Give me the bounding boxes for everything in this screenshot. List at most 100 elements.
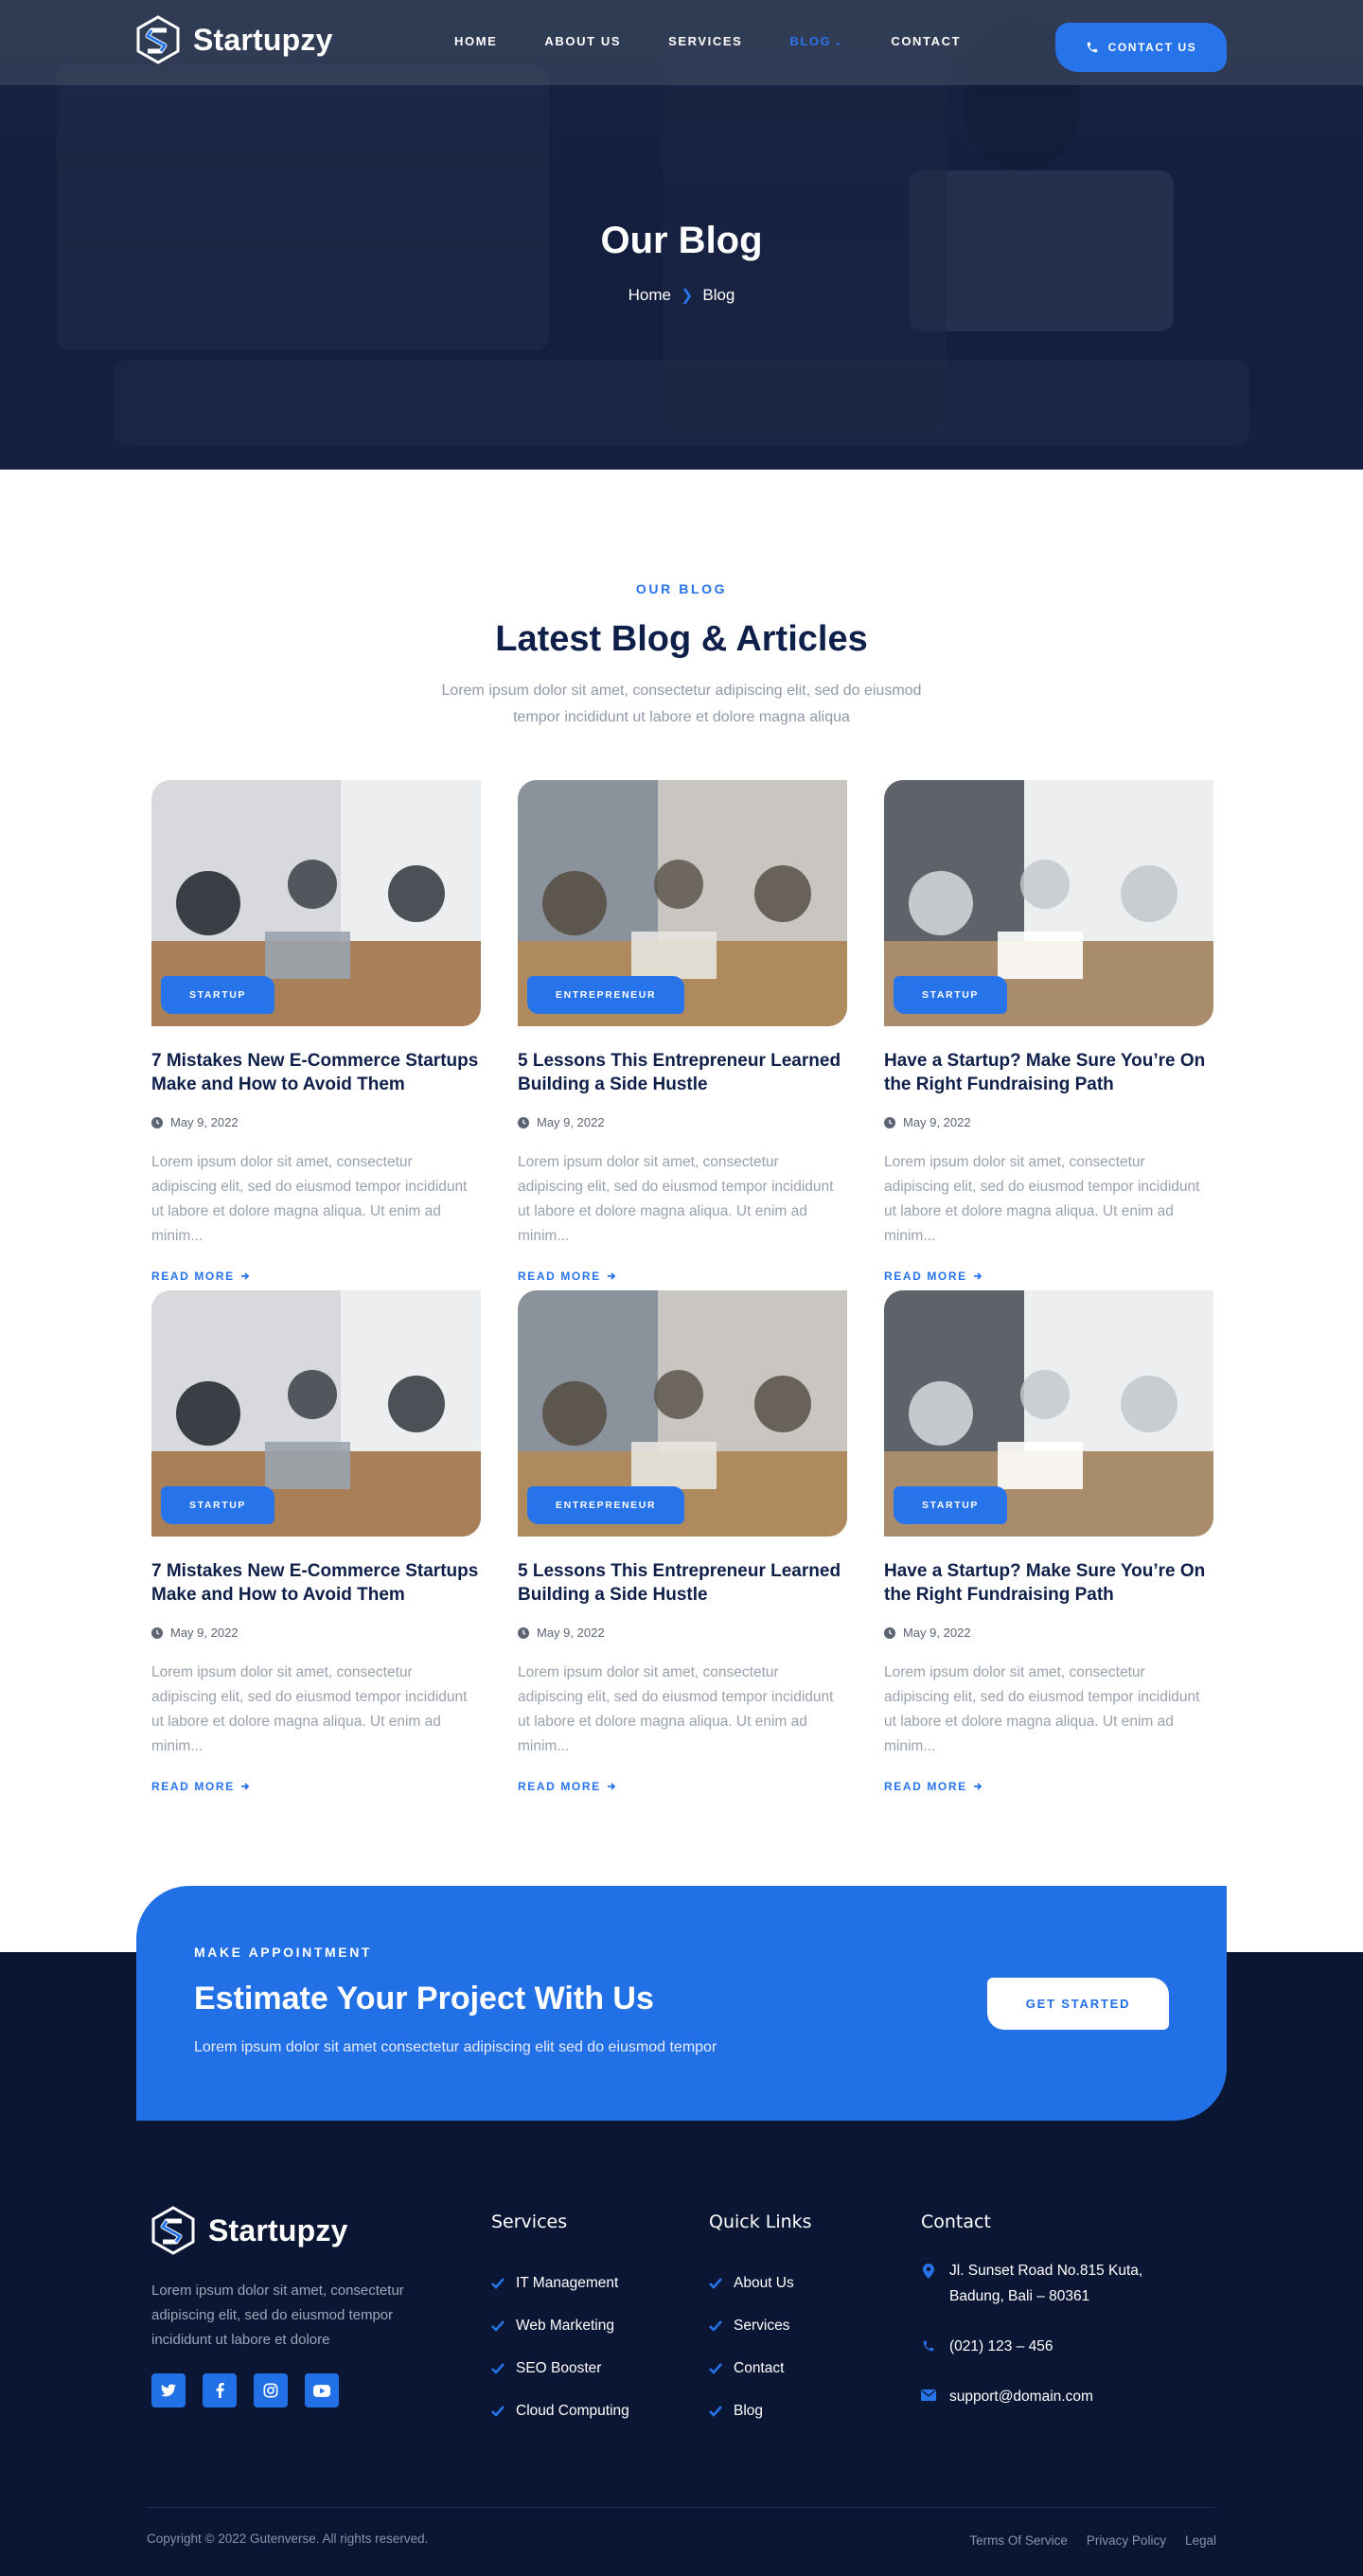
twitter-icon[interactable]: [151, 2373, 186, 2407]
blog-card-excerpt: Lorem ipsum dolor sit amet, consectetur …: [518, 1154, 834, 1244]
check-icon: [491, 2319, 504, 2332]
category-tag[interactable]: STARTUP: [894, 1486, 1008, 1524]
copyright: Copyright © 2022 Gutenverse. All rights …: [147, 2532, 429, 2546]
footer-link-label: Services: [734, 2317, 790, 2334]
arrow-right-icon: [607, 1272, 616, 1280]
check-icon: [709, 2405, 722, 2417]
category-tag[interactable]: STARTUP: [894, 976, 1008, 1014]
footer-link-contact[interactable]: Contact: [709, 2347, 812, 2389]
nav-blog-label: BLOG: [789, 34, 832, 48]
blog-card-title[interactable]: Have a Startup? Make Sure You’re On the …: [884, 1049, 1213, 1096]
footer-link-about-us[interactable]: About Us: [709, 2262, 812, 2304]
read-more-link[interactable]: READ MORE: [884, 1780, 982, 1793]
blog-card-image[interactable]: STARTUP: [884, 1290, 1213, 1537]
legal-link-terms[interactable]: Terms Of Service: [969, 2533, 1068, 2548]
legal-links: Terms Of Service Privacy Policy Legal: [969, 2533, 1216, 2548]
blog-card[interactable]: STARTUP Have a Startup? Make Sure You’re …: [884, 780, 1213, 1285]
envelope-icon: [921, 2389, 936, 2401]
page-title: Our Blog: [600, 220, 763, 261]
footer-link-cloud-computing[interactable]: Cloud Computing: [491, 2389, 629, 2432]
blog-card[interactable]: ENTREPRENEUR 5 Lessons This Entrepreneur …: [518, 780, 847, 1285]
clock-icon: [518, 1116, 529, 1128]
blog-card-title[interactable]: 5 Lessons This Entrepreneur Learned Buil…: [518, 1049, 847, 1096]
footer-link-seo-booster[interactable]: SEO Booster: [491, 2347, 629, 2389]
category-tag[interactable]: ENTREPRENEUR: [527, 1486, 685, 1524]
category-tag[interactable]: STARTUP: [161, 976, 275, 1014]
footer-link-blog[interactable]: Blog: [709, 2389, 812, 2432]
footer-link-web-marketing[interactable]: Web Marketing: [491, 2304, 629, 2347]
read-more-link[interactable]: READ MORE: [518, 1780, 616, 1793]
blog-card-excerpt: Lorem ipsum dolor sit amet, consectetur …: [884, 1664, 1200, 1754]
logo-icon: [151, 2206, 195, 2255]
arrow-right-icon: [973, 1272, 982, 1280]
blog-card-date-text: May 9, 2022: [903, 1115, 971, 1129]
blog-card[interactable]: STARTUP 7 Mistakes New E-Commerce Startup…: [151, 1290, 481, 1795]
nav-home[interactable]: HOME: [454, 34, 497, 48]
blog-card-date-text: May 9, 2022: [903, 1626, 971, 1640]
youtube-icon[interactable]: [305, 2373, 339, 2407]
footer-link-it-management[interactable]: IT Management: [491, 2262, 629, 2304]
blog-card[interactable]: STARTUP 7 Mistakes New E-Commerce Startup…: [151, 780, 481, 1285]
blog-card-image[interactable]: ENTREPRENEUR: [518, 780, 847, 1026]
blog-card-date: May 9, 2022: [151, 1115, 481, 1129]
read-more-link[interactable]: READ MORE: [884, 1270, 982, 1283]
footer-address-text: Jl. Sunset Road No.815 Kuta, Badung, Bal…: [949, 2258, 1142, 2309]
read-more-label: READ MORE: [151, 1780, 235, 1793]
contact-us-button[interactable]: CONTACT US: [1055, 23, 1227, 72]
brand-logo[interactable]: Startupzy: [136, 15, 333, 64]
blog-card[interactable]: STARTUP Have a Startup? Make Sure You’re …: [884, 1290, 1213, 1795]
blog-card-image[interactable]: STARTUP: [884, 780, 1213, 1026]
blog-card-date-text: May 9, 2022: [537, 1115, 605, 1129]
blog-card-title[interactable]: 7 Mistakes New E-Commerce Startups Make …: [151, 1559, 481, 1607]
contact-us-label: CONTACT US: [1107, 41, 1197, 54]
nav-contact[interactable]: CONTACT: [891, 34, 961, 48]
facebook-icon[interactable]: [203, 2373, 237, 2407]
nav-about-us[interactable]: ABOUT US: [544, 34, 621, 48]
legal-link-privacy[interactable]: Privacy Policy: [1087, 2533, 1166, 2548]
blog-card-image[interactable]: STARTUP: [151, 780, 481, 1026]
arrow-right-icon: [973, 1783, 982, 1790]
footer-link-label: Contact: [734, 2359, 785, 2376]
read-more-label: READ MORE: [518, 1780, 601, 1793]
footer-services: Services IT Management Web Marketing SEO…: [491, 2212, 629, 2432]
blog-card-image[interactable]: STARTUP: [151, 1290, 481, 1537]
phone-icon: [923, 2340, 934, 2352]
breadcrumb-home[interactable]: Home: [628, 286, 671, 305]
read-more-link[interactable]: READ MORE: [151, 1270, 250, 1283]
blog-card-title[interactable]: Have a Startup? Make Sure You’re On the …: [884, 1559, 1213, 1607]
footer-email[interactable]: support@domain.com: [921, 2384, 1142, 2409]
get-started-button[interactable]: GET STARTED: [987, 1978, 1169, 2030]
clock-icon: [151, 1626, 163, 1639]
read-more-link[interactable]: READ MORE: [151, 1780, 250, 1793]
social-links: [151, 2373, 339, 2407]
cta-eyebrow: MAKE APPOINTMENT: [194, 1945, 373, 1960]
breadcrumb-current: Blog: [702, 286, 735, 304]
category-tag[interactable]: STARTUP: [161, 1486, 275, 1524]
footer-link-label: IT Management: [516, 2274, 619, 2291]
check-icon: [709, 2277, 722, 2289]
nav-blog[interactable]: BLOG ⌄: [789, 34, 843, 48]
check-icon: [491, 2277, 504, 2289]
nav-services[interactable]: SERVICES: [668, 34, 742, 48]
blog-card-excerpt: Lorem ipsum dolor sit amet, consectetur …: [151, 1664, 468, 1754]
blog-card-title[interactable]: 5 Lessons This Entrepreneur Learned Buil…: [518, 1559, 847, 1607]
footer-address: Jl. Sunset Road No.815 Kuta, Badung, Bal…: [921, 2258, 1142, 2309]
footer-logo[interactable]: Startupzy: [151, 2206, 348, 2255]
legal-link-legal[interactable]: Legal: [1185, 2533, 1216, 2548]
footer-link-services[interactable]: Services: [709, 2304, 812, 2347]
cta-banner: MAKE APPOINTMENT Estimate Your Project W…: [136, 1886, 1227, 2121]
blog-card[interactable]: ENTREPRENEUR 5 Lessons This Entrepreneur …: [518, 1290, 847, 1795]
section-title: Latest Blog & Articles: [495, 619, 868, 659]
footer-quick-links-title: Quick Links: [709, 2212, 812, 2232]
blog-card-date: May 9, 2022: [151, 1626, 481, 1640]
read-more-link[interactable]: READ MORE: [518, 1270, 616, 1283]
cta-text: Lorem ipsum dolor sit amet consectetur a…: [194, 2039, 717, 2055]
footer-link-label: Blog: [734, 2402, 764, 2419]
category-tag[interactable]: ENTREPRENEUR: [527, 976, 685, 1014]
footer-phone[interactable]: (021) 123 – 456: [921, 2334, 1142, 2359]
blog-card-image[interactable]: ENTREPRENEUR: [518, 1290, 847, 1537]
instagram-icon[interactable]: [254, 2373, 288, 2407]
chevron-down-icon: ⌄: [834, 38, 844, 48]
clock-icon: [151, 1116, 163, 1128]
blog-card-title[interactable]: 7 Mistakes New E-Commerce Startups Make …: [151, 1049, 481, 1096]
